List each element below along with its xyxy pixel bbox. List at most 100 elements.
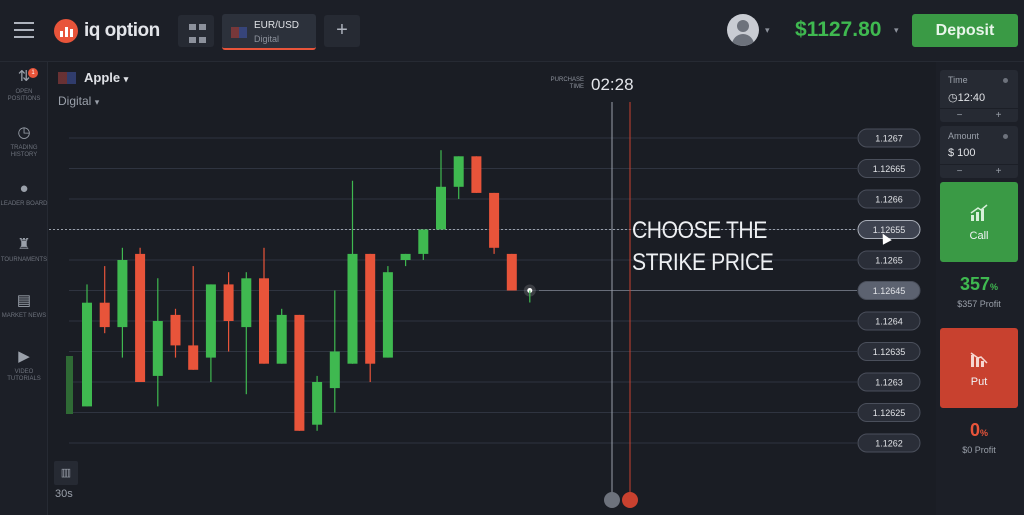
strike-price-label[interactable]: 1.1263 xyxy=(875,378,903,388)
call-label: Call xyxy=(969,230,989,242)
candlestick-chart: 1.1267 1.12665 1.1266 1.12655 1.1265 1.12645 1… xyxy=(49,62,935,515)
candle-body xyxy=(294,314,305,431)
call-button[interactable]: Call xyxy=(940,182,1018,262)
menu-icon[interactable] xyxy=(14,22,34,38)
pct-unit: % xyxy=(980,428,989,438)
amount-box[interactable]: Amount $ 100 − + xyxy=(940,126,1018,178)
amount-label: Amount xyxy=(948,131,980,141)
time-box[interactable]: Time ◷12:40 − + xyxy=(940,70,1018,122)
candle-body xyxy=(506,253,517,291)
chevron-down-icon[interactable]: ▾ xyxy=(765,25,770,36)
candle-body xyxy=(453,156,464,187)
candle-body xyxy=(276,314,287,364)
candle-body xyxy=(382,272,393,358)
logo-mark-icon xyxy=(54,19,78,43)
strike-price-label[interactable]: 1.1264 xyxy=(875,317,903,327)
candle-body xyxy=(241,278,252,328)
nav-label: Market News xyxy=(1,313,47,319)
candle-body xyxy=(471,156,482,193)
news-icon: ▤ xyxy=(16,292,32,309)
amount-value[interactable]: $ 100 xyxy=(948,147,976,159)
purchase-time-label: PURCHASE TIME xyxy=(550,77,584,90)
chart-down-icon xyxy=(970,352,988,367)
candle-body xyxy=(82,302,92,407)
chart-background xyxy=(49,62,935,515)
candle-body xyxy=(188,345,199,370)
strike-price-label[interactable]: 1.12645 xyxy=(873,286,906,296)
put-label: Put xyxy=(970,376,988,388)
leaderboard-icon: ● xyxy=(19,180,29,197)
volume-bar xyxy=(66,356,73,414)
chevron-down-icon: ▾ xyxy=(123,74,129,84)
tab-title: EUR/USD xyxy=(254,20,300,31)
candle-body xyxy=(99,302,110,328)
time-minus-button[interactable]: − xyxy=(940,109,979,122)
candle-body xyxy=(365,253,376,364)
strike-price-label[interactable]: 1.1262 xyxy=(875,439,903,449)
nav-leader-board[interactable]: ● Leader Board xyxy=(0,180,48,208)
put-pct-value: 0 xyxy=(969,420,980,440)
chart-up-icon xyxy=(970,204,988,221)
overlay-caption: CHOOSE THE STRIKE PRICE xyxy=(632,215,774,279)
deposit-button[interactable]: Deposit xyxy=(912,14,1018,47)
clock-icon: ◷ xyxy=(948,92,958,104)
strike-price-label[interactable]: 1.12635 xyxy=(873,347,906,357)
logo-text: iq option xyxy=(84,20,160,41)
strike-price-label[interactable]: 1.12665 xyxy=(873,164,906,174)
trophy-icon: ♜ xyxy=(17,236,31,253)
logo: iq option xyxy=(54,19,160,43)
strike-price-label[interactable]: 1.1265 xyxy=(875,256,903,266)
candle-body xyxy=(418,229,429,254)
avatar[interactable] xyxy=(727,14,759,46)
asset-type-selector[interactable]: Digital ▾ xyxy=(58,94,99,108)
layout-grid-button[interactable] xyxy=(178,15,214,47)
overlay-line: CHOOSE THE xyxy=(632,217,767,244)
call-profit-percent: 357% xyxy=(940,274,1018,295)
candle-body xyxy=(135,253,146,382)
overlay-line: STRIKE PRICE xyxy=(632,249,774,276)
play-icon: ▶ xyxy=(18,348,30,365)
candle-body xyxy=(312,382,323,425)
nav-label: Open Positions xyxy=(7,89,41,102)
nav-open-positions[interactable]: ⇅ 1 Open Positions xyxy=(0,68,48,103)
amount-plus-button[interactable]: + xyxy=(979,165,1018,178)
chevron-down-icon[interactable]: ▾ xyxy=(894,25,899,36)
info-icon[interactable] xyxy=(1003,78,1008,83)
asset-name: Apple xyxy=(84,70,121,85)
chart-area[interactable]: 1.1267 1.12665 1.1266 1.12655 1.1265 1.12645 1… xyxy=(49,62,935,515)
flag-icon xyxy=(231,27,247,38)
strike-price-label[interactable]: 1.12655 xyxy=(873,225,906,235)
nav-tournaments[interactable]: ♜ Tournaments xyxy=(0,236,48,264)
nav-trading-history[interactable]: ◷ Trading History xyxy=(0,124,48,159)
add-asset-button[interactable]: + xyxy=(324,15,360,47)
pct-unit: % xyxy=(990,282,999,292)
chart-type-button[interactable]: ▥ xyxy=(54,461,78,485)
strike-price-label[interactable]: 1.1266 xyxy=(875,195,903,205)
nav-label: Trading History xyxy=(10,145,38,158)
time-plus-button[interactable]: + xyxy=(979,109,1018,122)
strike-price-label[interactable]: 1.1267 xyxy=(875,134,903,144)
nav-market-news[interactable]: ▤ Market News xyxy=(0,292,48,320)
strike-price-label[interactable]: 1.12625 xyxy=(873,408,906,418)
flag-icon xyxy=(58,72,76,84)
nav-label: Leader Board xyxy=(0,201,48,207)
amount-minus-button[interactable]: − xyxy=(940,165,979,178)
left-nav: ⇅ 1 Open Positions ◷ Trading History ● L… xyxy=(0,62,48,515)
candle-body xyxy=(170,314,181,346)
timeframe-selector[interactable]: 30s xyxy=(55,488,73,500)
candle-body xyxy=(117,260,128,328)
time-text: 12:40 xyxy=(957,92,986,104)
balance[interactable]: $1127.80 xyxy=(795,18,881,42)
candle-body xyxy=(223,284,234,321)
candle-body xyxy=(259,278,269,364)
info-icon[interactable] xyxy=(1003,134,1008,139)
expiration-marker-icon xyxy=(622,492,638,508)
purchase-marker-icon xyxy=(604,492,620,508)
put-button[interactable]: Put xyxy=(940,328,1018,408)
call-profit-amount: $357 Profit xyxy=(957,299,1001,309)
nav-video-tutorials[interactable]: ▶ Video Tutorials xyxy=(0,348,48,383)
tab-eur-usd[interactable]: EUR/USD Digital xyxy=(222,14,316,50)
asset-selector[interactable]: Apple ▾ xyxy=(84,70,128,85)
candle-body xyxy=(436,186,446,230)
chevron-down-icon: ▾ xyxy=(94,97,100,107)
